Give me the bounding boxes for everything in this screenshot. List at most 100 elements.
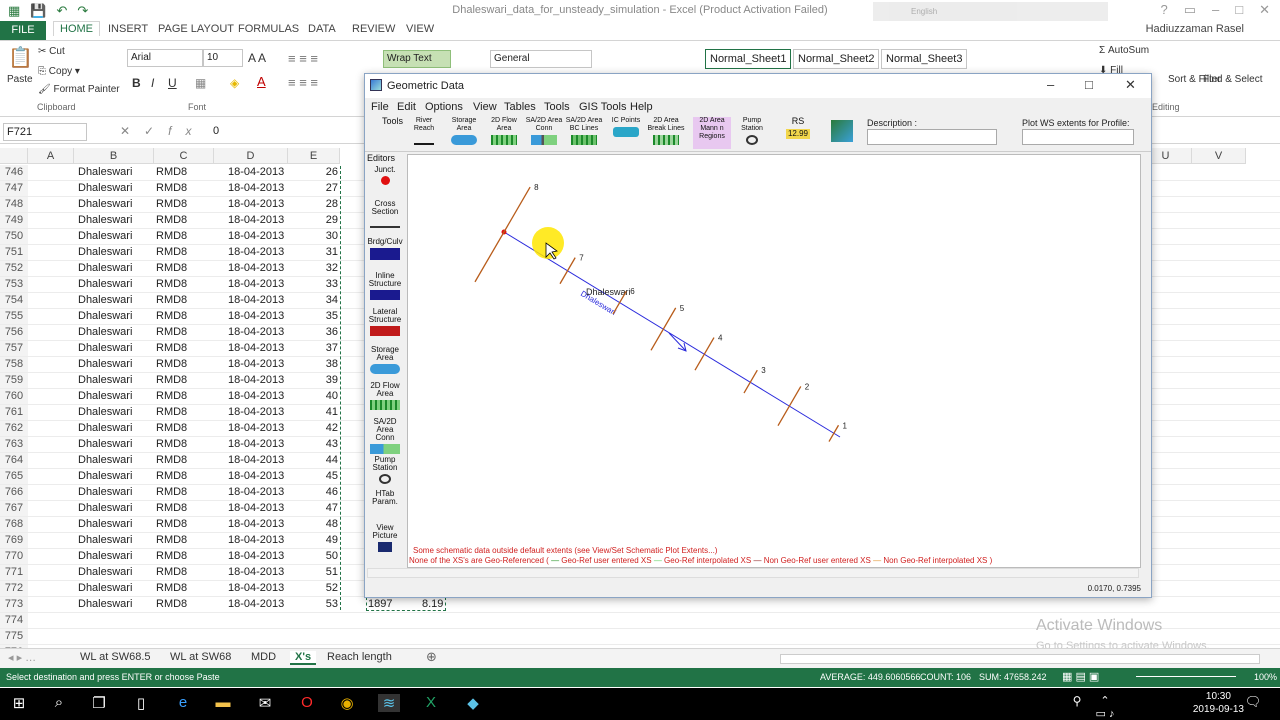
cell-reach[interactable]: RMD8 <box>156 550 187 562</box>
cell-date[interactable]: 18-04-2013 <box>228 246 284 258</box>
cell-reach[interactable]: RMD8 <box>156 598 187 610</box>
cell-value[interactable]: 32 <box>300 262 338 274</box>
edge-icon[interactable]: e <box>172 694 194 711</box>
geo-maximize-icon[interactable]: □ <box>1085 77 1093 92</box>
cell-value[interactable]: 33 <box>300 278 338 290</box>
cell-reach[interactable]: RMD8 <box>156 182 187 194</box>
cell-value[interactable]: 47 <box>300 502 338 514</box>
cell-reach[interactable]: RMD8 <box>156 486 187 498</box>
tab-page-layout[interactable]: PAGE LAYOUT <box>158 23 234 35</box>
cell-value[interactable]: 34 <box>300 294 338 306</box>
cell-river[interactable]: Dhaleswari <box>78 230 132 242</box>
cell-value[interactable]: 52 <box>300 582 338 594</box>
river-reach-button[interactable]: River Reach <box>409 117 439 149</box>
cell-date[interactable]: 18-04-2013 <box>228 230 284 242</box>
row-number[interactable]: 771 <box>0 565 28 581</box>
horizontal-scrollbar[interactable] <box>780 654 1260 664</box>
row-number[interactable]: 747 <box>0 181 28 197</box>
cell-value[interactable]: 45 <box>300 470 338 482</box>
fill-color-icon[interactable]: ◈ <box>230 76 239 90</box>
help-icon[interactable]: ? <box>1160 2 1167 18</box>
cell-reach[interactable]: RMD8 <box>156 246 187 258</box>
cell-river[interactable]: Dhaleswari <box>78 326 132 338</box>
cell-date[interactable]: 18-04-2013 <box>228 406 284 418</box>
menu-edit[interactable]: Edit <box>397 101 416 113</box>
sheet-tab-reach-length[interactable]: Reach length <box>327 651 392 663</box>
excel-taskbar-icon[interactable]: X <box>420 694 442 711</box>
cell-date[interactable]: 18-04-2013 <box>228 582 284 594</box>
row-number[interactable]: 769 <box>0 533 28 549</box>
file-explorer-icon[interactable]: ▬ <box>212 694 234 711</box>
tab-review[interactable]: REVIEW <box>352 23 395 35</box>
tab-view[interactable]: VIEW <box>406 23 434 35</box>
search-icon[interactable]: ⌕ <box>48 694 70 711</box>
cell-river[interactable]: Dhaleswari <box>78 246 132 258</box>
cell-value[interactable]: 31 <box>300 246 338 258</box>
cell-reach[interactable]: RMD8 <box>156 214 187 226</box>
cell-value[interactable]: 46 <box>300 486 338 498</box>
align-left-icon[interactable]: ≡ ≡ ≡ <box>288 75 318 90</box>
cell-river[interactable]: Dhaleswari <box>78 374 132 386</box>
zoom-slider[interactable] <box>1136 676 1236 677</box>
sheet-tab-xs[interactable]: X's <box>290 651 317 665</box>
row-number[interactable]: 762 <box>0 421 28 437</box>
pump-station-button[interactable]: Pump Station <box>735 117 769 149</box>
geo-minimize-icon[interactable]: – <box>1047 77 1054 92</box>
cell-date[interactable]: 18-04-2013 <box>228 566 284 578</box>
tab-file[interactable]: FILE <box>0 21 46 40</box>
sheet-tab-wl-sw68-5[interactable]: WL at SW68.5 <box>80 651 151 663</box>
wrap-text-button[interactable]: Wrap Text <box>383 50 451 68</box>
opera-icon[interactable]: O <box>296 694 318 711</box>
row-number[interactable]: 756 <box>0 325 28 341</box>
hec-ras-geometry-icon[interactable]: ◆ <box>462 694 484 712</box>
editor-inline-structure-button[interactable]: Inline Structure <box>367 272 403 300</box>
find-select-button[interactable]: Find & Select <box>1203 74 1262 85</box>
cell-reach[interactable]: RMD8 <box>156 358 187 370</box>
cell-date[interactable]: 18-04-2013 <box>228 278 284 290</box>
cell-date[interactable]: 18-04-2013 <box>228 214 284 226</box>
formula-buttons[interactable]: ✕✓fx <box>120 124 205 138</box>
column-header-v[interactable]: V <box>1192 148 1246 164</box>
file-icon[interactable]: ▯ <box>130 694 152 712</box>
cell-river[interactable]: Dhaleswari <box>78 390 132 402</box>
cell-reach[interactable]: RMD8 <box>156 310 187 322</box>
select-all-corner[interactable] <box>0 148 28 164</box>
flow-area-button[interactable]: 2D Flow Area <box>489 117 519 149</box>
sheet-nav-arrows-icon[interactable]: ◂ ▸ … <box>8 651 36 664</box>
cell-date[interactable]: 18-04-2013 <box>228 198 284 210</box>
row-number[interactable]: 750 <box>0 229 28 245</box>
cell-value[interactable]: 41 <box>300 406 338 418</box>
cell-river[interactable]: Dhaleswari <box>78 342 132 354</box>
cell-reach[interactable]: RMD8 <box>156 198 187 210</box>
borders-icon[interactable]: ▦ <box>195 76 206 90</box>
row-number[interactable]: 761 <box>0 405 28 421</box>
cell-date[interactable]: 18-04-2013 <box>228 166 284 178</box>
row-number[interactable]: 751 <box>0 245 28 261</box>
cell-value[interactable]: 40 <box>300 390 338 402</box>
cell-value[interactable]: 39 <box>300 374 338 386</box>
cell-reach[interactable]: RMD8 <box>156 518 187 530</box>
cell-date[interactable]: 18-04-2013 <box>228 534 284 546</box>
editor-pump-station-button[interactable]: Pump Station <box>367 456 403 484</box>
bold-button[interactable]: B <box>132 76 141 90</box>
cell-date[interactable]: 18-04-2013 <box>228 262 284 274</box>
cell-date[interactable]: 18-04-2013 <box>228 326 284 338</box>
cell-date[interactable]: 18-04-2013 <box>228 518 284 530</box>
maximize-icon[interactable]: □ <box>1235 2 1243 18</box>
row-number[interactable]: 755 <box>0 309 28 325</box>
editor-sa-2d-conn-button[interactable]: SA/2D Area Conn <box>367 418 403 454</box>
style-normal-sheet3[interactable]: Normal_Sheet3 <box>881 49 968 69</box>
description-input[interactable] <box>867 129 997 145</box>
cell-value[interactable]: 30 <box>300 230 338 242</box>
style-normal-sheet1[interactable]: Normal_Sheet1 <box>705 49 792 69</box>
cell-reach[interactable]: RMD8 <box>156 534 187 546</box>
storage-area-button[interactable]: Storage Area <box>449 117 479 149</box>
tab-insert[interactable]: INSERT <box>108 23 148 35</box>
cell-value[interactable]: 49 <box>300 534 338 546</box>
cell-river[interactable]: Dhaleswari <box>78 470 132 482</box>
river-station-button[interactable]: RS 12.99 <box>783 117 813 149</box>
row-number[interactable]: 758 <box>0 357 28 373</box>
notifications-icon[interactable]: 🗨 <box>1242 694 1264 710</box>
people-icon[interactable]: ⚲ <box>1066 694 1088 708</box>
cell-value[interactable]: 26 <box>300 166 338 178</box>
